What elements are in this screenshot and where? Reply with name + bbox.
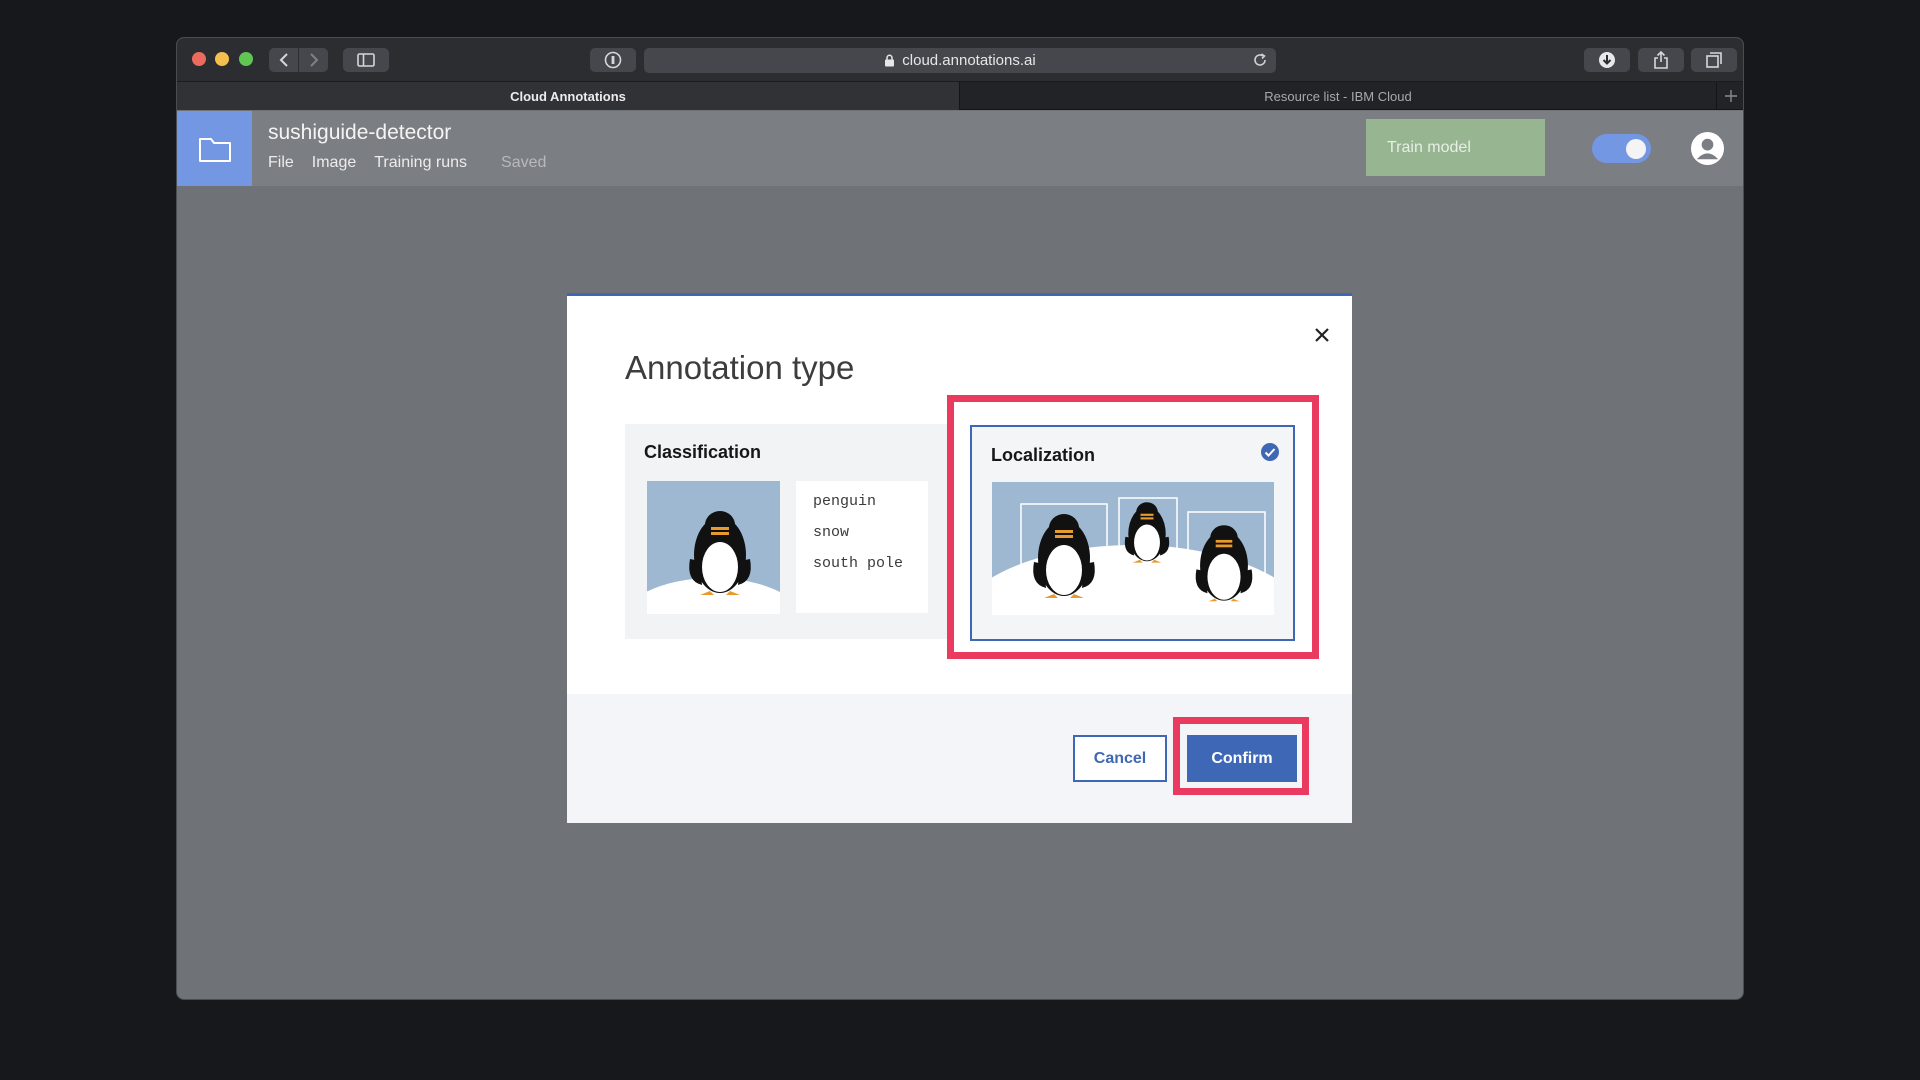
password-manager-button[interactable] bbox=[590, 48, 636, 72]
new-tab-button[interactable] bbox=[1717, 82, 1743, 109]
share-icon bbox=[1654, 51, 1668, 69]
address-bar[interactable]: cloud.annotations.ai bbox=[644, 48, 1276, 73]
label-item: penguin bbox=[813, 493, 877, 510]
train-model-button[interactable]: Train model bbox=[1366, 119, 1545, 176]
user-avatar-icon[interactable] bbox=[1690, 131, 1725, 166]
option-localization[interactable]: Localization bbox=[970, 425, 1295, 641]
toggle-knob bbox=[1626, 139, 1646, 159]
chevron-right-icon bbox=[309, 53, 318, 67]
project-title: sushiguide-detector bbox=[268, 121, 452, 144]
option-title: Localization bbox=[991, 445, 1096, 465]
reload-icon[interactable] bbox=[1252, 52, 1268, 68]
label-item: snow bbox=[813, 524, 850, 541]
tab-label: Cloud Annotations bbox=[510, 88, 626, 104]
url-text: cloud.annotations.ai bbox=[902, 52, 1036, 69]
tab-cloud-annotations[interactable]: Cloud Annotations bbox=[177, 82, 960, 110]
menu-training-runs[interactable]: Training runs bbox=[374, 154, 467, 172]
classification-illustration bbox=[647, 481, 780, 614]
browser-toolbar: cloud.annotations.ai bbox=[177, 38, 1743, 82]
password-manager-icon bbox=[604, 51, 622, 69]
lock-icon bbox=[885, 54, 895, 67]
sidebar-toggle-button[interactable] bbox=[343, 48, 389, 72]
annotation-type-dialog: Annotation type Classification penguin s… bbox=[567, 293, 1352, 823]
localization-illustration bbox=[992, 482, 1274, 615]
app-menu: File Image Training runs Saved bbox=[268, 154, 564, 172]
dialog-footer: Cancel Confirm bbox=[567, 694, 1352, 823]
share-button[interactable] bbox=[1638, 48, 1684, 72]
option-classification[interactable]: Classification penguin snow south pole bbox=[625, 424, 949, 639]
app-header: sushiguide-detector File Image Training … bbox=[177, 111, 1743, 186]
open-project-button[interactable] bbox=[177, 111, 252, 186]
tab-overview-button[interactable] bbox=[1691, 48, 1737, 72]
labels-list: penguin snow south pole bbox=[796, 481, 928, 613]
close-icon[interactable] bbox=[1312, 325, 1332, 345]
tab-label: Resource list - IBM Cloud bbox=[1264, 88, 1412, 104]
tabs-icon bbox=[1706, 52, 1722, 68]
minimize-window-button[interactable] bbox=[215, 52, 229, 66]
download-icon bbox=[1599, 52, 1615, 68]
dialog-title: Annotation type bbox=[625, 349, 855, 386]
cancel-button[interactable]: Cancel bbox=[1073, 735, 1167, 782]
close-window-button[interactable] bbox=[192, 52, 206, 66]
tab-resource-list[interactable]: Resource list - IBM Cloud bbox=[960, 82, 1717, 110]
checkmark-icon bbox=[1261, 443, 1279, 461]
label-item: south pole bbox=[813, 555, 904, 572]
back-button[interactable] bbox=[269, 48, 298, 72]
mode-toggle[interactable] bbox=[1592, 134, 1651, 163]
confirm-button[interactable]: Confirm bbox=[1187, 735, 1297, 782]
menu-file[interactable]: File bbox=[268, 154, 294, 172]
menu-image[interactable]: Image bbox=[312, 154, 356, 172]
option-title: Classification bbox=[644, 442, 762, 462]
tab-bar: Cloud Annotations Resource list - IBM Cl… bbox=[177, 82, 1743, 110]
forward-button[interactable] bbox=[299, 48, 328, 72]
fullscreen-window-button[interactable] bbox=[239, 52, 253, 66]
downloads-button[interactable] bbox=[1584, 48, 1630, 72]
chevron-left-icon bbox=[279, 53, 288, 67]
save-status: Saved bbox=[501, 154, 547, 171]
sidebar-icon bbox=[357, 53, 375, 67]
plus-icon bbox=[1725, 89, 1737, 102]
folder-icon bbox=[198, 137, 231, 162]
